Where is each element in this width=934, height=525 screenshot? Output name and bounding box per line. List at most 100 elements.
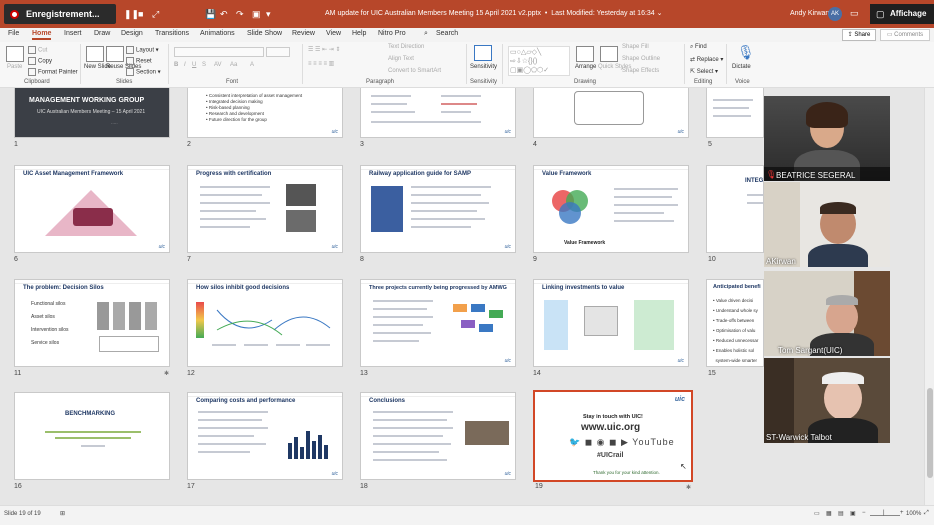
tab-animations[interactable]: Animations <box>200 30 235 37</box>
font-size-input[interactable] <box>266 47 290 57</box>
font-name-input[interactable] <box>174 47 264 57</box>
replace-button[interactable]: ⇄ Replace ▾ <box>690 56 723 63</box>
slide-thumbnail[interactable]: uic <box>360 88 516 138</box>
zoom-in-icon[interactable]: + <box>900 510 904 516</box>
normal-view-icon[interactable]: ▭ <box>814 510 820 517</box>
participant-video[interactable]: Tom Sargant(UIC) <box>764 271 890 356</box>
tab-review[interactable]: Review <box>292 30 315 37</box>
affichage-button[interactable]: ▢ Affichage <box>870 4 934 24</box>
search-icon[interactable]: ⌕ <box>424 30 428 38</box>
zoom-handle[interactable]: | <box>883 510 885 516</box>
user-name[interactable]: Andy Kirwan <box>790 10 829 17</box>
tab-help[interactable]: Help <box>352 30 366 37</box>
slide-thumbnail[interactable]: Linking investments to value uic <box>533 279 689 367</box>
ribbon-display-icon[interactable]: ▭ <box>850 8 859 19</box>
align-buttons[interactable]: ≡ ≡ ≡ ≡ ▥ <box>308 60 334 67</box>
slide-thumbnail-selected[interactable]: uic Stay in touch with UIC! www.uic.org … <box>533 390 693 482</box>
underline-button[interactable]: U <box>192 62 196 68</box>
shape-fill-button[interactable]: Shape Fill <box>622 44 649 50</box>
tab-transitions[interactable]: Transitions <box>155 30 189 37</box>
cut-button[interactable]: Cut <box>28 46 47 54</box>
undo-icon[interactable]: ↶ <box>220 9 228 20</box>
slide-thumbnail[interactable] <box>706 88 764 138</box>
slide-thumbnail[interactable]: Conclusions uic <box>360 392 516 480</box>
slide-thumbnail[interactable]: Three projects currently being progresse… <box>360 279 516 367</box>
text-direction-button[interactable]: Text Direction <box>388 44 424 50</box>
zoom-out-icon[interactable]: − <box>862 510 866 516</box>
slideshow-icon[interactable]: ▣ <box>850 510 856 517</box>
pause-icon[interactable]: ❚❚ <box>124 9 139 20</box>
reset-button[interactable]: Reset <box>126 57 152 65</box>
slide-thumbnail[interactable]: INTEG <box>706 165 764 253</box>
align-text-button[interactable]: Align Text <box>388 56 414 62</box>
font-color-button[interactable]: A <box>250 62 254 68</box>
slide-sorter-icon[interactable]: ▦ <box>826 510 832 517</box>
shape-effects-button[interactable]: Shape Effects <box>622 68 659 74</box>
strikethrough-button[interactable]: S <box>202 62 206 68</box>
convert-smartart-button[interactable]: Convert to SmartArt <box>388 68 441 74</box>
fit-to-window-icon[interactable]: ⤢ <box>924 510 929 517</box>
arrange-icon[interactable] <box>576 46 594 62</box>
tab-home[interactable]: Home <box>32 30 52 40</box>
slide-thumbnail[interactable]: BENCHMARKING <box>14 392 170 480</box>
select-button[interactable]: ⇱ Select ▾ <box>690 68 718 75</box>
reading-view-icon[interactable]: ▤ <box>838 510 844 517</box>
sensitivity-button[interactable]: Sensitivity <box>470 64 497 70</box>
slide-thumbnail[interactable]: • Consistent interpretation of asset man… <box>187 88 343 138</box>
arrange-button[interactable]: Arrange <box>575 64 596 70</box>
recording-indicator[interactable]: Enregistrement... <box>4 4 116 24</box>
slide-thumbnail[interactable]: Comparing costs and performance uic <box>187 392 343 480</box>
participant-video[interactable]: AKirwan <box>764 182 890 267</box>
shapes-gallery[interactable]: ▭○△▱◇╲ ⇨⇩☆{}() ▢▣◯⬠⬡✓ <box>508 46 570 76</box>
layout-button[interactable]: Layout ▾ <box>126 46 159 54</box>
tab-slide-show[interactable]: Slide Show <box>247 30 282 37</box>
share-button[interactable]: ⇪ Share <box>842 29 876 41</box>
paste-icon[interactable] <box>6 46 24 62</box>
char-spacing-button[interactable]: AV <box>214 62 222 68</box>
slide-thumbnail[interactable]: uic <box>533 88 689 138</box>
slide-thumbnail[interactable]: How silos inhibit good decisions <box>187 279 343 367</box>
quick-styles-icon[interactable] <box>600 46 618 62</box>
section-button[interactable]: Section ▾ <box>126 68 161 76</box>
participant-video[interactable]: ST-Warwick Talbot <box>764 358 890 443</box>
customize-icon[interactable]: ▾ <box>266 9 271 20</box>
save-icon[interactable]: 💾 <box>205 9 216 20</box>
slide-thumbnail[interactable]: UIC Asset Management Framework uic <box>14 165 170 253</box>
sensitivity-icon[interactable] <box>474 45 492 61</box>
avatar[interactable]: AK <box>828 7 842 21</box>
accessibility-icon[interactable]: ⊞ <box>60 510 65 517</box>
copy-button[interactable]: Copy <box>28 57 52 65</box>
bold-button[interactable]: B <box>174 62 178 68</box>
dictate-button[interactable]: Dictate <box>732 64 751 70</box>
tab-view[interactable]: View <box>326 30 341 37</box>
zoom-level[interactable]: 100% <box>906 511 921 517</box>
find-button[interactable]: ⌕ Find <box>690 44 707 51</box>
new-slide-icon[interactable] <box>86 46 104 62</box>
present-icon[interactable]: ▣ <box>252 9 261 20</box>
tab-file[interactable]: File <box>8 30 19 37</box>
zoom-slider[interactable] <box>870 515 900 516</box>
change-case-button[interactable]: Aa <box>230 62 237 68</box>
reuse-slides-icon[interactable] <box>106 46 124 62</box>
tab-insert[interactable]: Insert <box>64 30 82 37</box>
redo-icon[interactable]: ↷ <box>236 9 244 20</box>
slide-thumbnail[interactable]: Railway application guide for SAMP uic <box>360 165 516 253</box>
slide-thumbnail[interactable]: Progress with certification uic <box>187 165 343 253</box>
vertical-scrollbar[interactable] <box>924 88 934 505</box>
tab-search[interactable]: Search <box>436 30 458 37</box>
stop-icon[interactable]: ■ <box>138 9 143 19</box>
slide-thumbnail[interactable]: The problem: Decision Silos Functional s… <box>14 279 170 367</box>
tab-draw[interactable]: Draw <box>94 30 110 37</box>
slide-thumbnail[interactable]: Value Framework Value Framework <box>533 165 689 253</box>
format-painter-button[interactable]: Format Painter <box>28 68 78 76</box>
bullets-button[interactable]: ☰ ☰ ⇤ ⇥ ⇕ <box>308 46 341 53</box>
microphone-icon[interactable]: 🎙 <box>737 44 755 61</box>
comments-button[interactable]: ▭ Comments <box>880 29 930 41</box>
scrollbar-thumb[interactable] <box>927 388 933 478</box>
tab-design[interactable]: Design <box>121 30 143 37</box>
slide-thumbnail[interactable]: Anticipated benefi • Value driven decisi… <box>706 279 764 367</box>
shape-outline-button[interactable]: Shape Outline <box>622 56 660 62</box>
tab-nitro-pro[interactable]: Nitro Pro <box>378 30 406 37</box>
expand-icon[interactable]: ⤢ <box>152 9 159 20</box>
paste-button[interactable]: Paste <box>7 64 22 70</box>
